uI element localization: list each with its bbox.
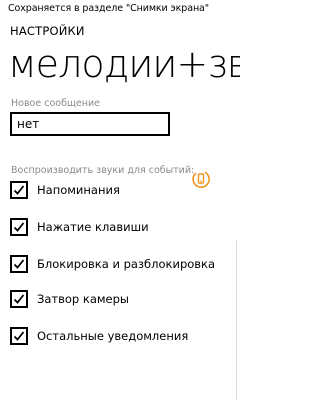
scroll-indicator (236, 240, 237, 400)
checkbox-row-lock-unlock[interactable]: Блокировка и разблокировка (10, 253, 215, 275)
checkmark-icon (13, 222, 25, 232)
checkbox-label: Остальные уведомления (37, 329, 189, 343)
checkmark-icon (13, 259, 25, 269)
settings-screen: Сохраняется в разделе "Снимки экрана" НА… (0, 0, 240, 400)
checkbox-label: Нажатие клавиши (37, 220, 149, 234)
checkbox-row-other-notifications[interactable]: Остальные уведомления (10, 325, 188, 347)
checkmark-icon (13, 331, 25, 341)
checkmark-icon (13, 185, 25, 195)
phone-ringing-icon (192, 171, 210, 188)
page-title: мелодии+звуки (8, 42, 240, 86)
checkbox-row-reminders[interactable]: Напоминания (10, 179, 120, 201)
section-header: НАСТРОЙКИ (10, 24, 85, 38)
checkbox[interactable] (10, 255, 28, 273)
checkbox-label: Напоминания (37, 183, 120, 197)
checkbox-row-camera-shutter[interactable]: Затвор камеры (10, 288, 129, 310)
new-message-field[interactable] (10, 112, 170, 136)
checkbox[interactable] (10, 181, 28, 199)
status-bar-notification: Сохраняется в разделе "Снимки экрана" (8, 3, 210, 14)
checkbox-row-key-press[interactable]: Нажатие клавиши (10, 216, 149, 238)
checkmark-icon (13, 294, 25, 304)
new-message-label: Новое сообщение (11, 98, 100, 109)
checkbox[interactable] (10, 218, 28, 236)
checkbox[interactable] (10, 290, 28, 308)
checkbox-label: Затвор камеры (37, 292, 130, 306)
checkbox-label: Блокировка и разблокировка (37, 257, 216, 271)
checkbox[interactable] (10, 327, 28, 345)
events-label: Воспроизводить звуки для событий: (11, 165, 195, 176)
